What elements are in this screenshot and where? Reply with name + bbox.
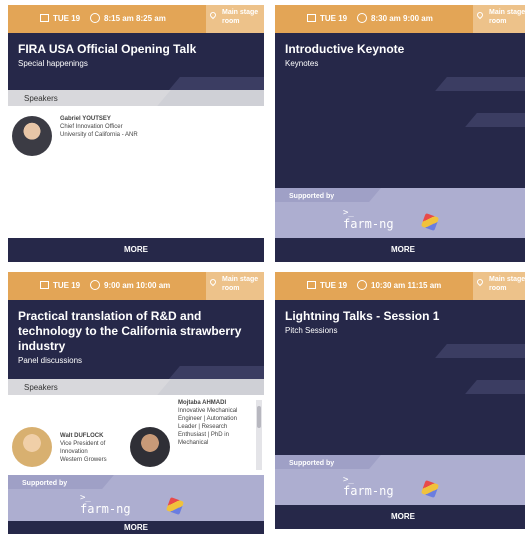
speaker-avatar[interactable] xyxy=(12,116,52,156)
speakers-header: Speakers xyxy=(8,379,264,395)
speaker-role: Chief Innovation Officer xyxy=(60,124,123,130)
session-day: TUE 19 xyxy=(53,281,81,290)
session-title[interactable]: Introductive Keynote xyxy=(275,33,525,59)
speaker-name: Gabriel YOUTSEY xyxy=(60,116,111,122)
sponsor-logo-icon[interactable] xyxy=(421,213,439,231)
speaker-org: Western Growers xyxy=(60,457,107,463)
decor-stripe xyxy=(465,380,525,394)
speaker-info[interactable]: Gabriel YOUTSEY Chief Innovation Officer… xyxy=(60,115,140,139)
speaker-name: Walt DUFLOCK xyxy=(60,433,104,439)
farm-ng-logo[interactable]: >_ farm-ng xyxy=(343,475,394,497)
supported-by-label: Supported by xyxy=(22,480,68,487)
sponsor-name: farm-ng xyxy=(80,502,131,516)
session-card: TUE 19 8:15 am 8:25 am Main stage room F… xyxy=(8,5,264,263)
session-header: Practical translation of R&D and technol… xyxy=(8,300,264,379)
stage-badge: Main stage room xyxy=(206,5,264,33)
speakers-label: Speakers xyxy=(24,383,58,392)
clock-icon xyxy=(357,280,367,290)
speaker-role: Innovative Mechanical Engineer | Automat… xyxy=(178,408,238,446)
more-button[interactable]: MORE xyxy=(275,238,525,262)
session-meta-bar: TUE 19 8:15 am 8:25 am Main stage room xyxy=(8,5,264,33)
farm-ng-logo[interactable]: >_ farm-ng xyxy=(343,208,394,230)
speakers-header: Speakers xyxy=(8,90,264,106)
farm-ng-logo[interactable]: >_ farm-ng xyxy=(80,493,131,515)
decor-stripe xyxy=(465,113,525,127)
session-category: Keynotes xyxy=(285,59,319,68)
location-pin-icon xyxy=(475,10,485,20)
session-card: TUE 19 10:30 am 11:15 am Main stage room… xyxy=(275,272,525,530)
session-day: TUE 19 xyxy=(320,14,348,23)
sponsor-area: Supported by >_ farm-ng xyxy=(275,188,525,238)
speaker-avatar[interactable] xyxy=(12,427,52,467)
speaker-name: Mojtaba AHMADI xyxy=(178,400,227,406)
sponsor-name: farm-ng xyxy=(343,484,394,498)
session-title[interactable]: FIRA USA Official Opening Talk xyxy=(8,33,264,59)
session-day: TUE 19 xyxy=(320,281,348,290)
calendar-icon xyxy=(40,14,49,22)
session-header: Introductive Keynote Keynotes xyxy=(275,33,525,188)
stage-label: Main stage room xyxy=(489,9,525,25)
speaker-role: Vice President of Innovation xyxy=(60,441,106,455)
more-button[interactable]: MORE xyxy=(8,238,264,262)
stage-label: Main stage room xyxy=(222,9,259,25)
sponsor-area: Supported by >_ farm-ng xyxy=(8,475,264,521)
decor-stripe xyxy=(168,77,264,90)
decor-stripe xyxy=(168,366,264,379)
clock-icon xyxy=(90,13,100,23)
session-category: Panel discussions xyxy=(18,356,83,365)
scrollbar-thumb[interactable] xyxy=(257,406,261,428)
stage-badge: Main stage room xyxy=(473,5,525,33)
session-category: Pitch Sessions xyxy=(285,326,338,335)
session-title[interactable]: Practical translation of R&D and technol… xyxy=(8,300,264,356)
decor-stripe xyxy=(435,77,525,91)
session-title[interactable]: Lightning Talks - Session 1 xyxy=(275,300,525,326)
supported-by-label: Supported by xyxy=(289,460,335,467)
calendar-icon xyxy=(40,281,49,289)
session-time: 8:30 am 9:00 am xyxy=(371,14,433,23)
sponsor-name: farm-ng xyxy=(343,217,394,231)
session-category: Special happenings xyxy=(18,59,88,68)
speaker-info[interactable]: Walt DUFLOCK Vice President of Innovatio… xyxy=(60,432,122,464)
speaker-info[interactable]: Mojtaba AHMADI Innovative Mechanical Eng… xyxy=(178,399,248,471)
sponsor-area: Supported by >_ farm-ng xyxy=(275,455,525,505)
speaker-avatar[interactable] xyxy=(130,427,170,467)
clock-icon xyxy=(357,13,367,23)
speaker-org: University of California - ANR xyxy=(60,132,138,138)
stage-label: Main stage room xyxy=(222,276,259,292)
location-pin-icon xyxy=(208,277,218,287)
sponsor-logo-icon[interactable] xyxy=(166,497,184,515)
session-meta-bar: TUE 19 8:30 am 9:00 am Main stage room xyxy=(275,5,525,33)
location-pin-icon xyxy=(475,277,485,287)
sponsor-logo-icon[interactable] xyxy=(421,480,439,498)
decor-stripe xyxy=(435,344,525,358)
session-time: 9:00 am 10:00 am xyxy=(104,281,171,290)
stage-badge: Main stage room xyxy=(206,272,264,300)
supported-by-label: Supported by xyxy=(289,193,335,200)
session-card: TUE 19 9:00 am 10:00 am Main stage room … xyxy=(8,272,264,534)
calendar-icon xyxy=(307,281,316,289)
more-button[interactable]: MORE xyxy=(8,521,264,534)
session-time: 8:15 am 8:25 am xyxy=(104,14,166,23)
speakers-scrollbar[interactable] xyxy=(256,400,262,470)
session-header: FIRA USA Official Opening Talk Special h… xyxy=(8,33,264,90)
more-button[interactable]: MORE xyxy=(275,505,525,529)
session-card: TUE 19 8:30 am 9:00 am Main stage room I… xyxy=(275,5,525,263)
clock-icon xyxy=(90,280,100,290)
session-header: Lightning Talks - Session 1 Pitch Sessio… xyxy=(275,300,525,455)
speakers-label: Speakers xyxy=(24,94,58,103)
calendar-icon xyxy=(307,14,316,22)
stage-label: Main stage room xyxy=(489,276,525,292)
location-pin-icon xyxy=(208,10,218,20)
session-meta-bar: TUE 19 9:00 am 10:00 am Main stage room xyxy=(8,272,264,300)
session-time: 10:30 am 11:15 am xyxy=(371,281,442,290)
stage-badge: Main stage room xyxy=(473,272,525,300)
session-day: TUE 19 xyxy=(53,14,81,23)
session-meta-bar: TUE 19 10:30 am 11:15 am Main stage room xyxy=(275,272,525,300)
